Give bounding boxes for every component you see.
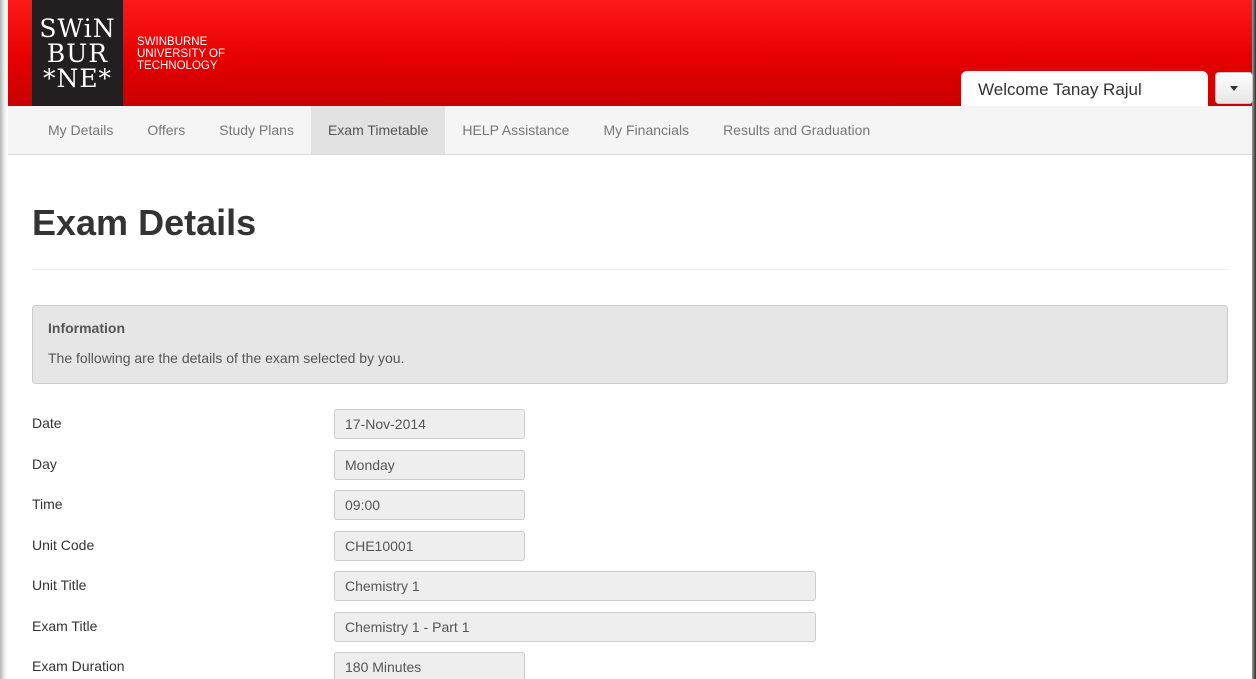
nav-item-my-financials[interactable]: My Financials: [586, 106, 706, 154]
date-field: 17-Nov-2014: [334, 409, 525, 439]
nav-item-study-plans[interactable]: Study Plans: [202, 106, 311, 154]
main-nav: My Details Offers Study Plans Exam Timet…: [8, 106, 1252, 155]
field-row-unit-title: Unit Title Chemistry 1: [32, 571, 1232, 601]
info-alert: Information The following are the detail…: [32, 305, 1228, 384]
day-field: Monday: [334, 450, 525, 480]
brand-line: TECHNOLOGY: [137, 60, 218, 72]
field-label: Unit Code: [32, 537, 95, 553]
nav-item-help-assistance[interactable]: HELP Assistance: [445, 106, 586, 154]
nav-item-my-details[interactable]: My Details: [31, 106, 130, 154]
exam-duration-field: 180 Minutes: [334, 652, 525, 679]
time-field: 09:00: [334, 490, 525, 520]
field-row-exam-duration: Exam Duration 180 Minutes: [32, 652, 1232, 679]
nav-item-offers[interactable]: Offers: [130, 106, 202, 154]
field-label: Day: [32, 456, 57, 472]
user-menu-button[interactable]: [1215, 72, 1253, 104]
nav-item-results-graduation[interactable]: Results and Graduation: [706, 106, 887, 154]
info-heading: Information: [48, 320, 125, 336]
field-label: Date: [32, 415, 62, 431]
field-row-time: Time 09:00: [32, 490, 1232, 520]
exam-title-field: Chemistry 1 - Part 1: [334, 612, 816, 642]
unit-code-field: CHE10001: [334, 531, 525, 561]
field-row-exam-title: Exam Title Chemistry 1 - Part 1: [32, 612, 1232, 642]
university-name: SWINBURNE UNIVERSITY OF TECHNOLOGY: [137, 36, 225, 72]
field-label: Unit Title: [32, 577, 87, 593]
field-label: Exam Title: [32, 618, 98, 634]
field-label: Time: [32, 496, 63, 512]
field-row-unit-code: Unit Code CHE10001: [32, 531, 1232, 561]
info-text: The following are the details of the exa…: [48, 350, 405, 366]
window-shadow-right: [1252, 0, 1256, 679]
field-label: Exam Duration: [32, 658, 125, 674]
logo-line: BUR: [46, 38, 109, 68]
window-shadow-left: [0, 0, 8, 679]
field-row-date: Date 17-Nov-2014: [32, 409, 1232, 439]
page-title: Exam Details: [32, 202, 257, 243]
logo-line: *NE*: [42, 63, 113, 93]
logo-line: SWiN: [39, 13, 116, 43]
field-row-day: Day Monday: [32, 450, 1232, 480]
unit-title-field: Chemistry 1: [334, 571, 816, 601]
university-logo[interactable]: SWiN BUR *NE*: [32, 0, 123, 106]
brand-line: UNIVERSITY OF: [137, 48, 225, 60]
nav-item-exam-timetable[interactable]: Exam Timetable: [310, 106, 446, 154]
title-divider: [32, 269, 1228, 270]
main-content: Exam Details Information The following a…: [8, 155, 1252, 679]
app-window: SWiN BUR *NE* SWINBURNE UNIVERSITY OF TE…: [0, 0, 1256, 679]
site-header: SWiN BUR *NE* SWINBURNE UNIVERSITY OF TE…: [8, 0, 1253, 108]
brand-line: SWINBURNE: [137, 36, 208, 48]
caret-down-icon: [1230, 85, 1238, 91]
welcome-user-label: Welcome Tanay Rajul: [961, 71, 1208, 108]
